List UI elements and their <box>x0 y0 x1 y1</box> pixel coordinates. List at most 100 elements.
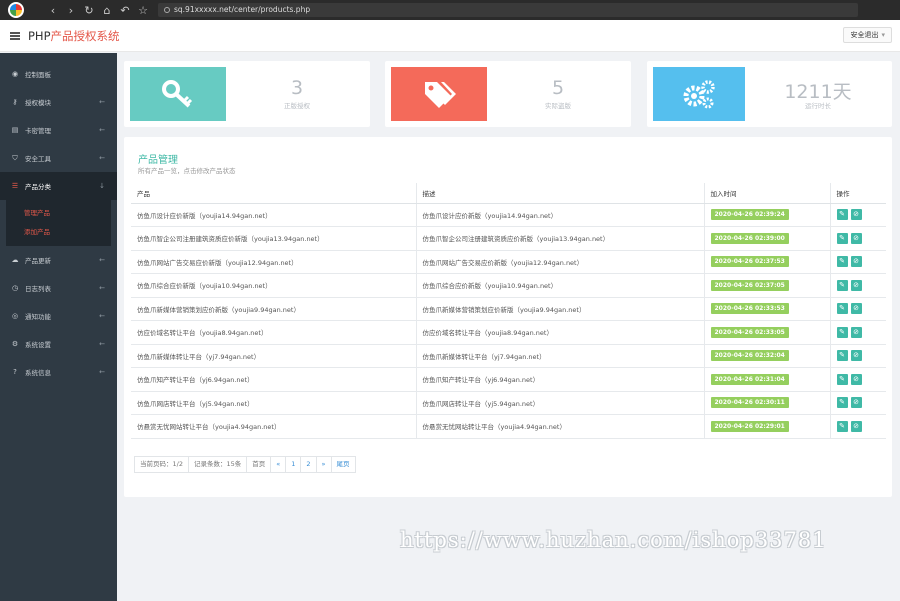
sidebar-item[interactable]: ☰ 产品分类 ↓ <box>0 172 117 200</box>
cell-date: 2020-04-26 02:39:24 <box>704 203 831 227</box>
edit-icon[interactable]: ✎ <box>836 232 848 244</box>
sidebar-item-label: 安全工具 <box>25 155 51 163</box>
sidebar-item[interactable]: ⛉ 安全工具 ← <box>0 144 117 172</box>
date-badge: 2020-04-26 02:37:05 <box>710 279 789 291</box>
pager-next-button[interactable]: » <box>317 457 332 472</box>
app-title-prefix: PHP <box>28 28 51 43</box>
edit-icon[interactable]: ✎ <box>836 256 848 268</box>
home-button[interactable]: ⌂ <box>98 4 116 17</box>
sidebar-arrow-icon: ← <box>99 368 105 376</box>
pager-last-button[interactable]: 尾页 <box>332 457 355 472</box>
edit-icon[interactable]: ✎ <box>836 420 848 432</box>
stat-label: 正版授权 <box>284 102 310 110</box>
back-button[interactable]: ‹ <box>44 4 62 17</box>
undo-button[interactable]: ↶ <box>116 4 134 17</box>
sidebar-item[interactable]: ⚷ 授权模块 ← <box>0 88 117 116</box>
sidebar-item-label: 产品更新 <box>25 257 51 265</box>
sidebar-item[interactable]: ☁ 产品更新 ← <box>0 246 117 274</box>
cell-actions: ✎ ⊘ <box>830 367 886 392</box>
edit-icon[interactable]: ✎ <box>836 373 848 385</box>
cell-description: 仿鱼爪智企公司注册建筑资质应价新版（youjia13.94gan.net） <box>416 226 705 251</box>
disable-icon[interactable]: ⊘ <box>850 256 862 268</box>
cell-description: 仿悬赏无忧网站转让平台（youjia4.94gan.net） <box>416 414 705 439</box>
reload-button[interactable]: ↻ <box>80 4 98 17</box>
date-badge: 2020-04-26 02:32:04 <box>710 350 789 362</box>
cell-product: 仿鱼爪新媒体转让平台（yj7.94gan.net） <box>131 344 417 368</box>
sidebar-item-label: 授权模块 <box>25 99 51 107</box>
bookmark-star-button[interactable]: ☆ <box>134 4 152 17</box>
edit-icon[interactable]: ✎ <box>836 303 848 315</box>
table-row: 仿鱼爪综合应价新版（youjia10.94gan.net） 仿鱼爪综合应价新版（y… <box>131 273 886 298</box>
forward-button[interactable]: › <box>62 4 80 17</box>
column-header-product: 产品 <box>131 183 417 204</box>
cell-date: 2020-04-26 02:30:11 <box>704 391 831 415</box>
sidebar-item[interactable]: ◎ 通知功能 ← <box>0 302 117 330</box>
panel-title: 产品管理 <box>138 155 178 166</box>
edit-icon[interactable]: ✎ <box>836 209 848 221</box>
sidebar-item[interactable]: ⚙ 系统设置 ← <box>0 330 117 358</box>
key-icon <box>162 80 193 108</box>
pager-page-2[interactable]: 2 <box>301 457 317 472</box>
disable-icon[interactable]: ⊘ <box>850 303 862 315</box>
pager-prev-button[interactable]: « <box>271 457 287 472</box>
cell-date: 2020-04-26 02:29:01 <box>704 414 831 439</box>
browser-logo-icon <box>8 2 24 18</box>
sidebar-item[interactable]: ▤ 卡密管理 ← <box>0 116 117 144</box>
disable-icon[interactable]: ⊘ <box>850 279 862 291</box>
app-header: PHP产品授权系统 安全退出 ▾ <box>0 20 900 52</box>
disable-icon[interactable]: ⊘ <box>850 397 862 409</box>
stat-tile-uptime <box>653 67 745 121</box>
pagination: 当前页码：1/2 记录条数：15条 首页 « 1 2 » 尾页 <box>134 456 356 473</box>
disable-icon[interactable]: ⊘ <box>850 420 862 432</box>
table-row: 仿鱼爪新媒体营销策划应价新版（youjia9.94gan.net） 仿鱼爪新媒体营… <box>131 297 886 321</box>
disable-icon[interactable]: ⊘ <box>850 232 862 244</box>
edit-icon[interactable]: ✎ <box>836 279 848 291</box>
pager-first-button[interactable]: 首页 <box>247 457 272 472</box>
cell-date: 2020-04-26 02:33:53 <box>704 297 831 321</box>
table-row: 仿应价域名转让平台（youjia8.94gan.net） 仿应价域名转让平台（yo… <box>131 320 886 345</box>
sidebar-item-label: 系统信息 <box>25 369 51 377</box>
tags-icon <box>425 82 456 108</box>
sidebar-subitem-manage[interactable]: 管理产品 <box>6 204 111 223</box>
sidebar-item-label: 卡密管理 <box>25 127 51 135</box>
edit-icon[interactable]: ✎ <box>836 326 848 338</box>
table-row: 仿鱼爪智企公司注册建筑资质应价新版（youjia13.94gan.net） 仿鱼爪… <box>131 226 886 251</box>
sidebar-item[interactable]: ◷ 日志列表 ← <box>0 274 117 302</box>
menu-toggle-icon[interactable] <box>10 31 20 40</box>
sidebar-arrow-icon: ← <box>99 98 105 106</box>
cell-actions: ✎ ⊘ <box>830 273 886 298</box>
sidebar-arrow-icon: ← <box>99 312 105 320</box>
sidebar-subitem-add[interactable]: 添加产品 <box>6 223 111 242</box>
disable-icon[interactable]: ⊘ <box>850 373 862 385</box>
cell-actions: ✎ ⊘ <box>830 414 886 439</box>
logout-button[interactable]: 安全退出 ▾ <box>843 27 892 43</box>
date-badge: 2020-04-26 02:37:53 <box>710 256 789 268</box>
sidebar-arrow-icon: ← <box>99 256 105 264</box>
cell-actions: ✎ ⊘ <box>830 344 886 368</box>
disable-icon[interactable]: ⊘ <box>850 350 862 362</box>
date-badge: 2020-04-26 02:30:11 <box>710 397 789 409</box>
pager-page-1[interactable]: 1 <box>286 457 302 472</box>
cell-actions: ✎ ⊘ <box>830 203 886 227</box>
address-bar[interactable]: sq.91xxxxx.net/center/products.php <box>158 3 858 17</box>
sidebar-item-label: 控制面板 <box>25 71 51 79</box>
disable-icon[interactable]: ⊘ <box>850 326 862 338</box>
edit-icon[interactable]: ✎ <box>836 350 848 362</box>
cell-product: 仿应价域名转让平台（youjia8.94gan.net） <box>131 320 417 345</box>
table-header-row: 产品 描述 加入时间 操作 <box>131 183 886 204</box>
sidebar-submenu: 管理产品 添加产品 <box>6 200 111 246</box>
cell-description: 仿鱼爪知产转让平台（yj6.94gan.net） <box>416 367 705 392</box>
sidebar-item[interactable]: ? 系统信息 ← <box>0 358 117 386</box>
edit-icon[interactable]: ✎ <box>836 397 848 409</box>
cell-product: 仿鱼爪知产转让平台（yj6.94gan.net） <box>131 367 417 392</box>
sidebar-item[interactable]: ◉ 控制面板 <box>0 60 117 88</box>
stat-card-licensed: 3 正版授权 <box>124 61 370 127</box>
pager-record-count: 记录条数：15条 <box>189 457 248 472</box>
sidebar-arrow-icon: ← <box>99 340 105 348</box>
disable-icon[interactable]: ⊘ <box>850 209 862 221</box>
product-panel: 产品管理 所有产品一览，点击修改产品状态 产品 描述 加入时间 操作 仿鱼爪设计… <box>124 137 892 497</box>
panel-subtitle: 所有产品一览，点击修改产品状态 <box>138 167 236 175</box>
date-badge: 2020-04-26 02:39:24 <box>710 209 789 221</box>
cell-product: 仿鱼爪网店转让平台（yj5.94gan.net） <box>131 391 417 415</box>
cell-description: 仿鱼爪设计应价新版（youjia14.94gan.net） <box>416 203 705 227</box>
